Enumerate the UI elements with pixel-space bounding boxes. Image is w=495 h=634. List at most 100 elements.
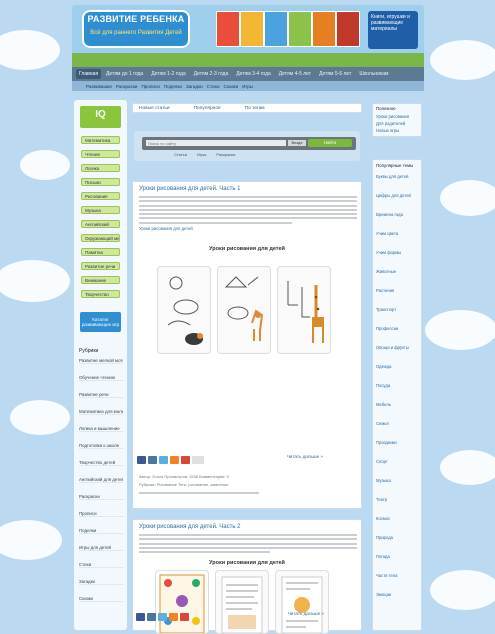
subnav-link[interactable]: Сказки bbox=[224, 84, 239, 89]
category-button[interactable]: Музыка bbox=[81, 206, 120, 214]
left-menu-item[interactable]: Раскраски bbox=[79, 494, 123, 500]
topic-link[interactable]: Музыка bbox=[376, 478, 420, 483]
read-more-link[interactable]: Читать дальше » bbox=[287, 454, 323, 459]
google-plus-icon[interactable] bbox=[181, 456, 190, 464]
topic-link[interactable]: Праздники bbox=[376, 440, 420, 445]
left-menu-item[interactable]: Стихи bbox=[79, 562, 123, 568]
category-button[interactable]: Письмо bbox=[81, 178, 120, 186]
category-button[interactable]: Развитие речи bbox=[81, 262, 120, 270]
topic-link[interactable]: Цифры для детей bbox=[376, 193, 420, 198]
subnav-link[interactable]: Стихи bbox=[207, 84, 220, 89]
nav-tab[interactable]: Детям 2-3 года bbox=[191, 69, 232, 79]
booklet-image[interactable] bbox=[155, 570, 209, 634]
facebook-icon[interactable] bbox=[136, 613, 145, 621]
left-menu-item[interactable]: Математика для малышей bbox=[79, 409, 123, 415]
odnoklassniki-icon[interactable] bbox=[169, 613, 178, 621]
nav-tab[interactable]: Детям 4-5 лет bbox=[276, 69, 314, 79]
category-button[interactable]: Английский bbox=[81, 220, 120, 228]
drawing-card-image[interactable] bbox=[217, 266, 271, 354]
topic-link[interactable]: Растения bbox=[376, 288, 420, 293]
topic-link[interactable]: Посуда bbox=[376, 383, 420, 388]
nav-tab[interactable]: Главная bbox=[76, 69, 102, 79]
subnav-link[interactable]: Раскраски bbox=[116, 84, 138, 89]
left-menu-item[interactable]: Игры для детей bbox=[79, 545, 123, 551]
topic-link[interactable]: Одежда bbox=[376, 364, 420, 369]
topic-link[interactable]: Эмоции bbox=[376, 592, 420, 597]
search-scope-select[interactable]: Везде bbox=[288, 140, 306, 146]
topic-link[interactable]: Овощи и фрукты bbox=[376, 345, 420, 350]
twitter-icon[interactable] bbox=[158, 613, 167, 621]
search-input[interactable] bbox=[146, 140, 286, 146]
topic-link[interactable]: Природа bbox=[376, 535, 420, 540]
left-menu-item[interactable]: Обучение чтению bbox=[79, 375, 123, 381]
booklet-image[interactable] bbox=[215, 570, 269, 634]
header-promo-banner[interactable]: Книги, игрушки и развивающие материалы bbox=[368, 11, 418, 49]
article-title[interactable]: Уроки рисования для детей. Часть 2 bbox=[139, 524, 240, 530]
search-option[interactable]: Раскраски bbox=[216, 152, 235, 157]
subnav-link[interactable]: Игры bbox=[242, 84, 253, 89]
topic-link[interactable]: Буквы для детей bbox=[376, 174, 420, 179]
topic-link[interactable]: Погода bbox=[376, 554, 420, 559]
topic-link[interactable]: Времена года bbox=[376, 212, 420, 217]
category-button[interactable]: Математика bbox=[81, 136, 120, 144]
topic-link[interactable]: Транспорт bbox=[376, 307, 420, 312]
topic-link[interactable]: Мебель bbox=[376, 402, 420, 407]
catalog-button[interactable]: Каталог развивающих игр bbox=[80, 312, 121, 332]
nav-tab[interactable]: Детям 1-2 года bbox=[148, 69, 189, 79]
right-link[interactable]: Новые игры bbox=[376, 128, 420, 133]
subnav-link[interactable]: Загадки bbox=[186, 84, 203, 89]
topic-link[interactable]: Учим цвета bbox=[376, 231, 420, 236]
content-tab[interactable]: По тегам bbox=[245, 106, 265, 111]
subnav-link[interactable]: Прописи bbox=[142, 84, 160, 89]
category-button[interactable]: Чтение bbox=[81, 150, 120, 158]
left-menu-item[interactable]: Поделки bbox=[79, 528, 123, 534]
drawing-card-image[interactable] bbox=[157, 266, 211, 354]
right-link[interactable]: Уроки рисования bbox=[376, 114, 420, 119]
content-tab[interactable]: Популярное bbox=[194, 106, 221, 111]
search-option[interactable]: Статьи bbox=[174, 152, 187, 157]
search-option[interactable]: Игры bbox=[197, 152, 206, 157]
article-title[interactable]: Уроки рисования для детей. Часть 1 bbox=[139, 186, 240, 192]
category-button[interactable]: Рисование bbox=[81, 192, 120, 200]
category-button[interactable]: Логика bbox=[81, 164, 120, 172]
category-button[interactable]: Памятка bbox=[81, 248, 120, 256]
nav-tab[interactable]: Детям 3-4 года bbox=[233, 69, 274, 79]
category-button[interactable]: Окружающий мир bbox=[81, 234, 120, 242]
topic-link[interactable]: Спорт bbox=[376, 459, 420, 464]
left-menu-item[interactable]: Развитие мелкой моторики bbox=[79, 358, 123, 364]
category-button[interactable]: Внимание bbox=[81, 276, 120, 284]
left-menu-item[interactable]: Прописи bbox=[79, 511, 123, 517]
topic-link[interactable]: Семья bbox=[376, 421, 420, 426]
google-plus-icon[interactable] bbox=[180, 613, 189, 621]
topic-link[interactable]: Учим формы bbox=[376, 250, 420, 255]
subnav-link[interactable]: Развивашки bbox=[86, 84, 112, 89]
left-menu-item[interactable]: Сказки bbox=[79, 596, 123, 602]
left-menu-item[interactable]: Развитие речи bbox=[79, 392, 123, 398]
left-menu-item[interactable]: Подготовка к школе bbox=[79, 443, 123, 449]
left-menu-item[interactable]: Английский для детей bbox=[79, 477, 123, 483]
booklet-image[interactable] bbox=[275, 570, 329, 634]
iq-logo[interactable]: IQ bbox=[80, 106, 121, 128]
facebook-icon[interactable] bbox=[137, 456, 146, 464]
vk-icon[interactable] bbox=[148, 456, 157, 464]
category-button[interactable]: Творчество bbox=[81, 290, 120, 298]
topic-link[interactable]: Части тела bbox=[376, 573, 420, 578]
left-menu-item[interactable]: Загадки bbox=[79, 579, 123, 585]
search-button[interactable]: Найти bbox=[308, 139, 352, 147]
nav-tab[interactable]: Школьникам bbox=[356, 69, 391, 79]
vk-icon[interactable] bbox=[147, 613, 156, 621]
right-link[interactable]: Для родителей bbox=[376, 121, 420, 126]
topic-link[interactable]: Профессии bbox=[376, 326, 420, 331]
nav-tab[interactable]: Детям до 1 года bbox=[103, 69, 146, 79]
site-logo[interactable]: РАЗВИТИЕ РЕБЕНКА Всё для раннего Развити… bbox=[82, 10, 190, 48]
odnoklassniki-icon[interactable] bbox=[170, 456, 179, 464]
topic-link[interactable]: Космос bbox=[376, 516, 420, 521]
content-tab[interactable]: Новые статьи bbox=[139, 106, 170, 111]
left-menu-item[interactable]: Логика и мышление bbox=[79, 426, 123, 432]
topic-link[interactable]: Животные bbox=[376, 269, 420, 274]
subnav-link[interactable]: Поделки bbox=[164, 84, 182, 89]
nav-tab[interactable]: Детям 5-6 лет bbox=[316, 69, 354, 79]
topic-link[interactable]: Театр bbox=[376, 497, 420, 502]
drawing-card-image[interactable] bbox=[277, 266, 331, 354]
article-inline-link[interactable]: Уроки рисования для детей bbox=[139, 226, 193, 231]
